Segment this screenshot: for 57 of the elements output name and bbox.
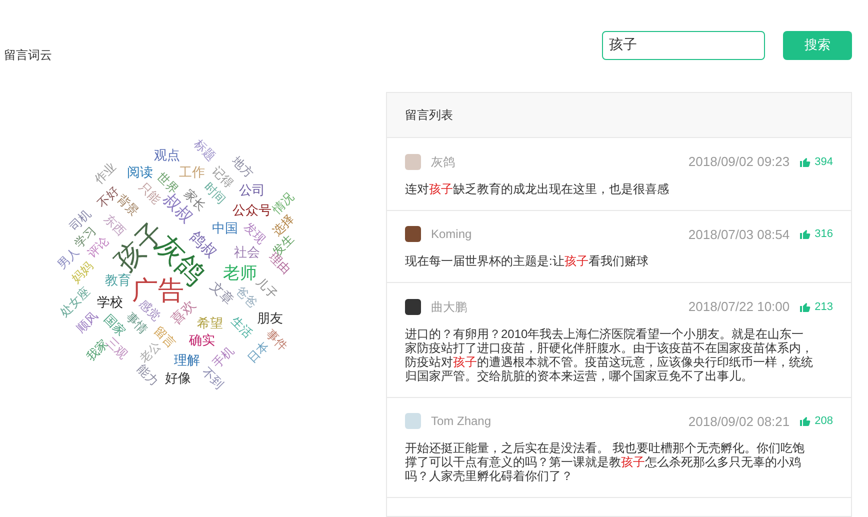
cloud-word: 希望: [197, 316, 223, 330]
like-count: 208: [814, 414, 833, 429]
comment-date: 2018/07/03 08:54: [688, 226, 790, 244]
cloud-word: 东西: [102, 212, 128, 238]
cloud-word: 作业: [92, 160, 118, 186]
cloud-word: 老公: [137, 339, 163, 365]
search-field[interactable]: 孩子: [602, 30, 765, 60]
like-count: 394: [814, 154, 833, 170]
cloud-word: 生活: [229, 314, 255, 340]
thumbs-up-icon[interactable]: [798, 228, 811, 240]
cloud-word: 顺风: [74, 309, 100, 335]
cloud-word: 不到: [200, 365, 226, 391]
comment-date: 2018/09/02 08:21: [688, 412, 790, 430]
cloud-word: 男人: [55, 245, 81, 271]
thumbs-up-icon[interactable]: [798, 156, 811, 168]
cloud-word: 爸爸: [234, 284, 260, 310]
comment-date: 2018/07/22 10:00: [688, 298, 790, 316]
cloud-word: 社会: [234, 246, 260, 258]
avatar: [405, 154, 421, 170]
panel-header: 留言列表: [387, 93, 851, 138]
thumbs-up-icon[interactable]: [798, 415, 811, 428]
avatar: [405, 298, 421, 315]
cloud-word: 国家: [102, 312, 128, 338]
cloud-word: 工作: [179, 166, 205, 178]
cloud-word: 中国: [212, 222, 238, 234]
page-title: 留言词云: [3, 47, 53, 64]
cloud-word: 教育: [105, 274, 131, 286]
user-name: Koming: [431, 226, 472, 244]
cloud-word: 确实: [189, 334, 215, 346]
avatar: [405, 413, 421, 430]
user-name: 灰鸽: [431, 154, 455, 171]
comment-text: 连对孩子缺乏教育的成龙出现在这里，也是很喜感: [405, 182, 670, 196]
cloud-word: 能力: [135, 362, 161, 388]
cloud-word: 公司: [239, 184, 265, 196]
comment-text: 进口的？有卵用？2010年我去上海仁济医院看望一个小朋友。就是在山东一家防疫站打了进口疫苗，肝硬化伴肝腹水。由于该疫苗不在国家疫苗体系内，防疫站对孩子的遭遇根本就不管。疫苗这玩意，应该像央行印纸币一样，统统归国家严管。交给肮脏的资本来运营，哪个国家豆免不了出事儿。: [405, 326, 814, 382]
cloud-word: 观点: [154, 148, 180, 162]
comment-date: 2018/09/02 09:23: [688, 153, 790, 171]
cloud-word: 阅读: [127, 166, 153, 178]
cloud-word: 朋友: [257, 312, 283, 324]
avatar: [405, 226, 421, 242]
comment-text: 现在每一届世界杯的主题是:让孩子看我们赌球: [405, 254, 650, 268]
user-name: 曲大鹏: [431, 298, 467, 316]
cloud-word: 情况: [270, 190, 296, 216]
like-count: 316: [814, 227, 833, 242]
comment-text: 开始还挺正能量，之后实在是没法看。 我也要吐槽那个无壳孵化。你们吃饱撑了可以干点有意义的吗？第一课就是教孩子怎么杀死那么多只无辜的小鸡吗？人家壳里孵化碍着你们了？: [405, 441, 806, 483]
cloud-word: 文章: [208, 279, 236, 307]
cloud-word: 发现: [242, 220, 268, 246]
cloud-word: 公众号: [232, 204, 272, 216]
cloud-word: 标题: [192, 137, 218, 163]
cloud-word: 理解: [174, 354, 200, 366]
cloud-word: 日本: [245, 339, 271, 365]
cloud-word: 学校: [97, 296, 123, 308]
cloud-word: 好像: [165, 372, 191, 384]
cloud-word: 老师: [223, 264, 257, 282]
thumbs-up-icon[interactable]: [798, 300, 811, 313]
like-count: 213: [814, 300, 833, 314]
user-name: Tom Zhang: [431, 413, 492, 430]
